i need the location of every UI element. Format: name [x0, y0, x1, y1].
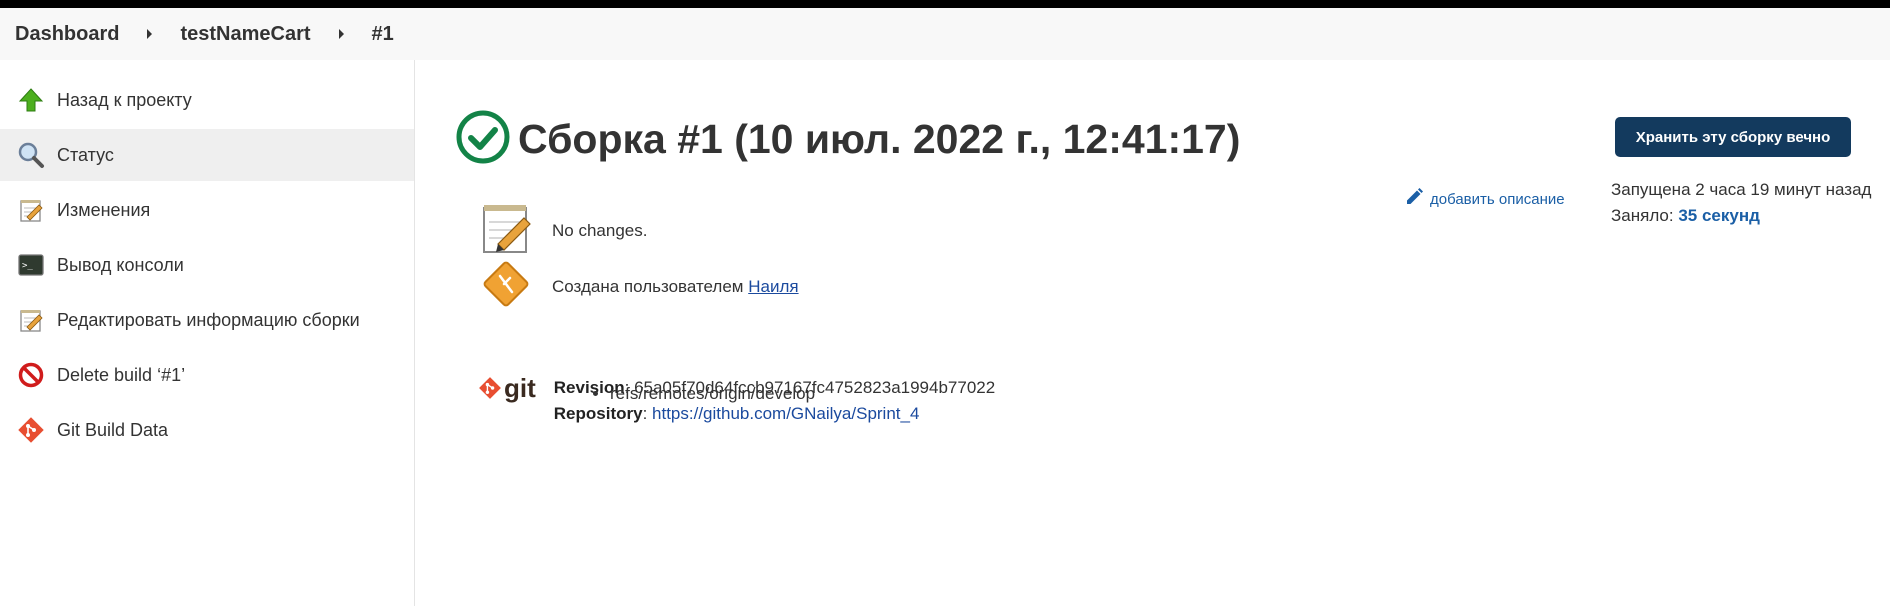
sidebar-item-git-build-data[interactable]: Git Build Data — [0, 404, 414, 456]
pencil-icon — [1404, 187, 1430, 211]
breadcrumb-chevron-icon[interactable] — [338, 29, 344, 39]
repository-label: Repository — [553, 404, 643, 423]
started-text: Запущена 2 часа 19 минут назад — [1611, 180, 1872, 199]
sidebar-item-changes[interactable]: Изменения — [0, 184, 414, 236]
git-icon — [17, 416, 45, 444]
sidebar-item-label: Редактировать информацию сборки — [57, 309, 360, 330]
sidebar-item-console[interactable]: >_ Вывод консоли — [0, 239, 414, 291]
breadcrumb-build[interactable]: #1 — [372, 23, 394, 46]
notepad-icon — [17, 306, 45, 334]
no-changes-text: No changes. — [552, 220, 648, 240]
breadcrumb-chevron-icon[interactable] — [147, 29, 153, 39]
up-arrow-icon — [17, 86, 45, 114]
repository-line: Repository: https://github.com/GNailya/S… — [554, 401, 995, 427]
sidebar-item-label: Delete build ‘#1’ — [57, 364, 186, 385]
created-by-row: Создана пользователем Наиля — [478, 256, 799, 317]
breadcrumb: Dashboard testNameCart #1 — [0, 8, 1890, 60]
sidebar-item-label: Git Build Data — [57, 419, 169, 440]
breadcrumb-project[interactable]: testNameCart — [180, 23, 310, 46]
user-build-icon — [478, 256, 534, 317]
git-logo-icon: git — [478, 372, 536, 403]
sidebar-item-edit-build-info[interactable]: Редактировать информацию сборки — [0, 294, 414, 346]
sidebar-item-back-to-project[interactable]: Назад к проекту — [0, 74, 414, 126]
duration-label: Заняло: — [1611, 206, 1679, 225]
duration-line: Заняло: 35 секунд — [1611, 203, 1871, 229]
changes-row: No changes. — [478, 200, 647, 261]
list-item: refs/remotes/origin/develop — [610, 384, 815, 404]
sidebar-item-label: Назад к проекту — [57, 89, 192, 110]
add-description-link[interactable]: добавить описание — [1404, 187, 1565, 211]
sidebar-item-delete-build[interactable]: Delete build ‘#1’ — [0, 349, 414, 401]
magnifier-icon — [17, 141, 45, 169]
terminal-icon: >_ — [17, 251, 45, 279]
breadcrumb-dashboard[interactable]: Dashboard — [15, 23, 119, 46]
main-content: Сборка #1 (10 июл. 2022 г., 12:41:17) Хр… — [416, 60, 1890, 606]
repository-sep: : — [642, 404, 653, 423]
keep-build-forever-button[interactable]: Хранить эту сборку вечно — [1615, 117, 1851, 157]
sidebar-item-label: Статус — [57, 144, 114, 165]
build-title-row: Сборка #1 (10 июл. 2022 г., 12:41:17) — [456, 110, 1240, 169]
notepad-icon — [478, 200, 534, 261]
top-strip — [0, 0, 1890, 8]
sidebar-item-label: Вывод консоли — [57, 254, 184, 275]
run-info: Запущена 2 часа 19 минут назад Заняло: 3… — [1611, 177, 1871, 229]
duration-link[interactable]: 35 секунд — [1678, 206, 1760, 225]
no-entry-icon — [17, 361, 45, 389]
created-by-text: Создана пользователем Наиля — [552, 277, 799, 297]
sidebar-item-status[interactable]: Статус — [0, 129, 414, 181]
page-title: Сборка #1 (10 июл. 2022 г., 12:41:17) — [518, 116, 1241, 162]
sidebar: Назад к проекту Статус Изменения >_ Выво… — [0, 60, 415, 606]
svg-text:>_: >_ — [22, 261, 33, 271]
repository-link[interactable]: https://github.com/GNailya/Sprint_4 — [652, 404, 919, 423]
user-link[interactable]: Наиля — [748, 277, 798, 296]
branch-list: refs/remotes/origin/develop — [592, 384, 815, 404]
sidebar-item-label: Изменения — [57, 199, 151, 220]
git-logo-text: git — [504, 372, 536, 403]
success-check-icon — [456, 110, 510, 169]
notepad-icon — [17, 196, 45, 224]
created-by-label: Создана пользователем — [552, 276, 749, 296]
add-description-label: добавить описание — [1430, 190, 1565, 208]
